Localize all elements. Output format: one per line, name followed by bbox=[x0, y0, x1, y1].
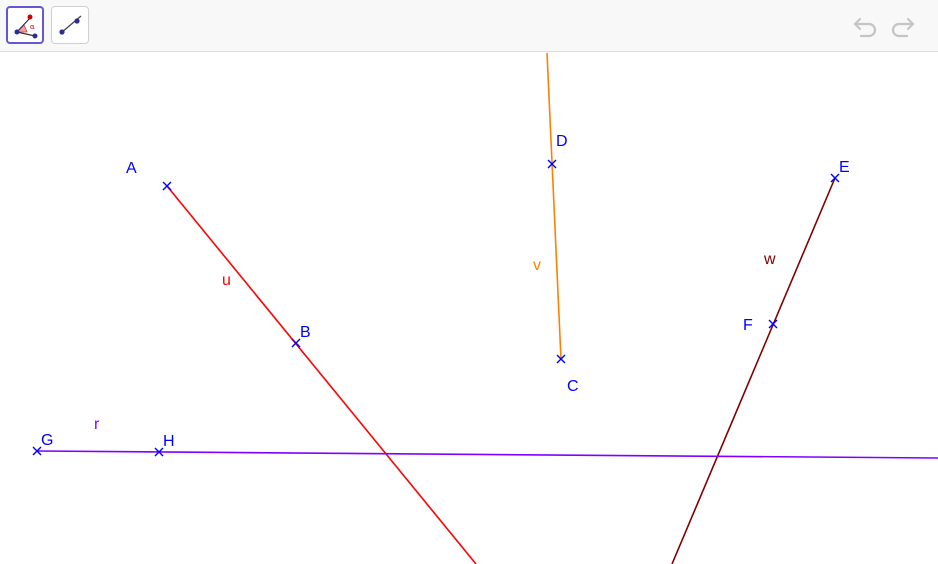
toolbar: α bbox=[0, 0, 938, 52]
graphics-view[interactable]: A B C D E F G H u v w r bbox=[0, 53, 938, 564]
alpha-glyph: α bbox=[30, 23, 35, 31]
ray-r[interactable] bbox=[36, 450, 938, 459]
segment-tool-button[interactable] bbox=[51, 6, 89, 44]
label-g: G bbox=[41, 432, 53, 449]
label-a: A bbox=[126, 160, 137, 177]
point-markers bbox=[32, 159, 840, 457]
label-e: E bbox=[839, 159, 850, 176]
label-f: F bbox=[743, 317, 753, 334]
label-b: B bbox=[300, 324, 311, 341]
ray-u[interactable] bbox=[166, 185, 477, 564]
label-r: r bbox=[94, 416, 100, 433]
undo-icon[interactable] bbox=[851, 12, 881, 42]
point-b[interactable] bbox=[291, 338, 301, 348]
label-h: H bbox=[163, 433, 175, 450]
ray-v[interactable] bbox=[546, 53, 562, 360]
label-u: u bbox=[222, 272, 231, 289]
redo-icon[interactable] bbox=[887, 12, 917, 42]
point-e[interactable] bbox=[830, 173, 840, 183]
angle-tool-button[interactable]: α bbox=[6, 6, 44, 44]
ray-w[interactable] bbox=[671, 177, 836, 564]
segment-tool-icon bbox=[59, 15, 82, 35]
label-d: D bbox=[556, 133, 568, 150]
label-v: v bbox=[533, 257, 541, 274]
label-c: C bbox=[567, 378, 579, 395]
point-a[interactable] bbox=[162, 181, 172, 191]
angle-tool-icon: α bbox=[14, 14, 38, 39]
label-w: w bbox=[763, 251, 776, 268]
